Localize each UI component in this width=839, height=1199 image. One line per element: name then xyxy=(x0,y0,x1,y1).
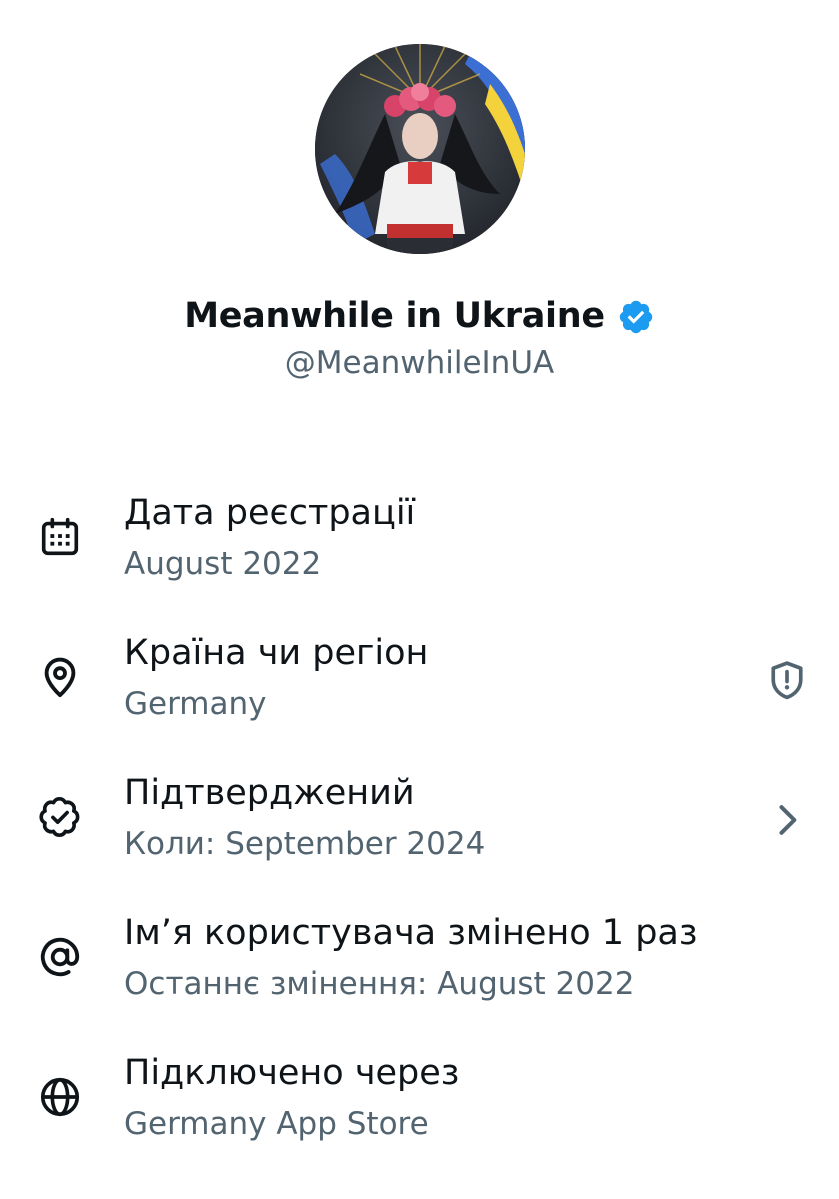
verified-label: Підтверджений xyxy=(124,773,415,813)
joined-value: August 2022 xyxy=(124,546,322,582)
profile-name-row: Meanwhile in Ukraine xyxy=(0,290,839,342)
connected-via-label: Підключено через xyxy=(124,1053,460,1093)
verified-outline-icon xyxy=(37,794,83,840)
display-name: Meanwhile in Ukraine xyxy=(184,296,605,336)
profile-avatar[interactable] xyxy=(315,44,525,254)
username-last-changed-value: Останнє змінення: August 2022 xyxy=(124,966,635,1002)
avatar-image xyxy=(315,44,525,254)
globe-icon xyxy=(37,1074,83,1120)
verified-badge-icon xyxy=(617,298,655,336)
info-row-country: Країна чи регіон Germany xyxy=(0,620,839,760)
country-value: Germany xyxy=(124,686,267,722)
info-row-username-changes: Ім’я користувача змінено 1 раз Останнє з… xyxy=(0,900,839,1040)
info-row-verified[interactable]: Підтверджений Коли: September 2024 xyxy=(0,760,839,900)
location-pin-icon xyxy=(37,654,83,700)
country-label: Країна чи регіон xyxy=(124,633,429,673)
account-info-list: Дата реєстрації August 2022 Країна чи ре… xyxy=(0,480,839,1180)
username-changes-label: Ім’я користувача змінено 1 раз xyxy=(124,913,698,953)
info-row-joined: Дата реєстрації August 2022 xyxy=(0,480,839,620)
connected-via-value: Germany App Store xyxy=(124,1106,429,1142)
profile-handle: @MeanwhileInUA xyxy=(284,345,555,381)
verified-since-value: Коли: September 2024 xyxy=(124,826,486,862)
chevron-right-icon[interactable] xyxy=(765,798,809,842)
info-row-connected-via: Підключено через Germany App Store xyxy=(0,1040,839,1180)
joined-label: Дата реєстрації xyxy=(124,493,416,533)
at-sign-icon xyxy=(37,934,83,980)
calendar-icon xyxy=(37,514,83,560)
shield-alert-icon[interactable] xyxy=(765,658,809,702)
